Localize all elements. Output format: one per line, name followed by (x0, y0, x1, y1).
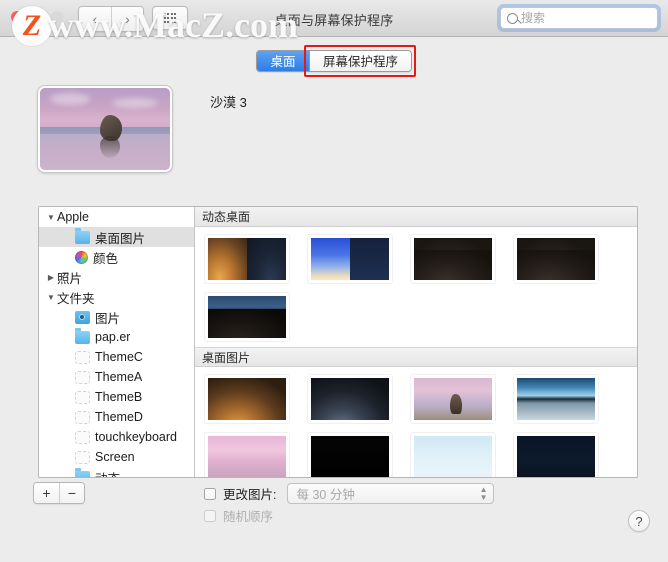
empty-icon (75, 370, 90, 384)
search-input[interactable] (521, 11, 651, 25)
chevron-down-icon[interactable]: ▼ (45, 213, 57, 222)
help-button[interactable]: ? (628, 510, 650, 532)
wallpaper-gallery[interactable]: 动态桌面 桌面图片 (195, 207, 637, 477)
folder-icon (75, 228, 90, 244)
change-interval-select[interactable]: 每 30 分钟 ▲ ▼ (287, 483, 495, 504)
source-sidebar[interactable]: ▼ Apple 桌面图片 颜色 ▶ 照片 ▼ 文件夹 图片 pap.er ThemeC ThemeA T… (39, 207, 195, 477)
sidebar-item-label: 动态 (95, 468, 120, 478)
wallpaper-thumbnail-mojave-dynamic[interactable] (205, 235, 289, 283)
empty-icon (75, 350, 90, 364)
wallpaper-thumbnail-desert-rock[interactable] (411, 375, 495, 423)
thumb-day-half (311, 238, 350, 280)
gallery-section-header: 桌面图片 (195, 347, 637, 367)
empty-icon (75, 450, 90, 464)
sidebar-item-label: Screen (95, 450, 135, 464)
sidebar-item-2[interactable]: 颜色 (39, 247, 194, 267)
wallpaper-browser: ▼ Apple 桌面图片 颜色 ▶ 照片 ▼ 文件夹 图片 pap.er ThemeC ThemeA T… (38, 206, 638, 478)
chevron-down-icon[interactable]: ▼ (45, 293, 57, 302)
gallery-thumbnail-grid (195, 367, 637, 477)
preview-cloud (111, 97, 158, 108)
tab-screensaver[interactable]: 屏幕保护程序 (308, 50, 411, 71)
random-order-row: 随机顺序 (204, 506, 273, 525)
wallpaper-thumbnail-pink-flat[interactable] (205, 433, 289, 477)
empty-icon (75, 430, 90, 444)
thumb-night-half (247, 238, 286, 280)
change-picture-row: 更改图片: 每 30 分钟 ▲ ▼ (204, 483, 495, 504)
sidebar-item-6[interactable]: pap.er (39, 327, 194, 347)
gallery-thumbnail-grid (195, 227, 637, 347)
preview-rock-reflection (99, 135, 120, 158)
random-order-checkbox[interactable] (204, 509, 216, 522)
add-remove-folder-buttons: + − (33, 482, 85, 504)
sidebar-item-label: 图片 (95, 311, 121, 326)
folder-icon (75, 468, 90, 477)
sidebar-item-10[interactable]: ThemeD (39, 407, 194, 427)
color-icon (75, 250, 88, 264)
wallpaper-thumbnail-mojave-day[interactable] (205, 375, 289, 423)
thumb-day-half (208, 238, 247, 280)
wallpaper-thumbnail-mojave-dunes-dusk-2[interactable] (514, 235, 598, 283)
sidebar-item-label: 文件夹 (57, 291, 95, 306)
sidebar-item-12[interactable]: Screen (39, 447, 194, 467)
sidebar-item-13[interactable]: 动态 (39, 467, 194, 477)
search-icon (507, 12, 518, 24)
sidebar-item-label: Apple (57, 210, 89, 224)
wallpaper-thumbnail-dark-navy[interactable] (514, 433, 598, 477)
photos-icon (75, 310, 90, 324)
wallpaper-thumbnail-solid-black[interactable] (308, 433, 392, 477)
sidebar-scrollbar[interactable] (185, 209, 193, 475)
bottom-toolbar: + − 更改图片: 每 30 分钟 ▲ ▼ 随机顺序 ? (0, 478, 668, 562)
sidebar-item-label: 桌面图片 (95, 231, 146, 246)
chevron-right-icon[interactable]: ▶ (45, 273, 57, 282)
sidebar-item-label: ThemeD (95, 410, 143, 424)
sidebar-item-label: 照片 (57, 271, 83, 286)
gallery-section-header: 动态桌面 (195, 207, 637, 227)
current-wallpaper-name: 沙漠 3 (210, 95, 247, 110)
wallpaper-thumbnail-salt-flat[interactable] (514, 375, 598, 423)
sidebar-item-11[interactable]: touchkeyboard (39, 427, 194, 447)
sidebar-item-label: 颜色 (93, 251, 119, 266)
gallery-scrollbar[interactable] (628, 209, 636, 475)
sidebar-item-label: ThemeB (95, 390, 143, 404)
change-picture-label: 更改图片: (223, 488, 277, 502)
desktop-screensaver-preferences-window: ‹ › 桌面与屏幕保护程序 Z www.MacZ.com 桌面 屏幕保护程序 (0, 0, 668, 562)
tab-group: 桌面 屏幕保护程序 (255, 49, 412, 72)
sidebar-item-0[interactable]: ▼ Apple (39, 207, 194, 227)
empty-icon (75, 390, 90, 404)
window-titlebar: ‹ › 桌面与屏幕保护程序 (0, 0, 668, 37)
sidebar-item-label: ThemeC (95, 350, 143, 364)
remove-folder-button[interactable]: − (59, 483, 84, 503)
stepper-icon[interactable]: ▲ ▼ (480, 486, 488, 502)
wallpaper-thumbnail-mojave-dunes-dusk[interactable] (411, 235, 495, 283)
thumb-night-half (350, 238, 389, 280)
gallery-sections: 动态桌面 桌面图片 (195, 207, 637, 477)
preview-cloud (50, 92, 91, 105)
sidebar-item-8[interactable]: ThemeA (39, 367, 194, 387)
search-field[interactable] (500, 7, 658, 29)
sidebar-item-9[interactable]: ThemeB (39, 387, 194, 407)
sidebar-item-label: touchkeyboard (95, 430, 178, 444)
sidebar-item-5[interactable]: 图片 (39, 307, 194, 327)
random-order-label: 随机顺序 (223, 510, 274, 524)
sidebar-item-3[interactable]: ▶ 照片 (39, 267, 194, 287)
sidebar-item-4[interactable]: ▼ 文件夹 (39, 287, 194, 307)
wallpaper-thumbnail-mojave-dunes-night[interactable] (205, 293, 289, 341)
sidebar-item-label: ThemeA (95, 370, 143, 384)
current-wallpaper-thumbnail[interactable] (38, 86, 172, 172)
change-interval-value: 每 30 分钟 (296, 488, 355, 502)
sidebar-item-label: pap.er (95, 330, 131, 344)
tab-bar: 桌面 屏幕保护程序 (0, 37, 668, 84)
sidebar-item-7[interactable]: ThemeC (39, 347, 194, 367)
wallpaper-thumbnail-mojave-night[interactable] (308, 375, 392, 423)
sidebar-item-1[interactable]: 桌面图片 (39, 227, 194, 247)
tab-desktop[interactable]: 桌面 (256, 50, 309, 71)
folder-icon (75, 328, 90, 344)
empty-icon (75, 410, 90, 424)
wallpaper-thumbnail-light-blue-sky[interactable] (411, 433, 495, 477)
current-wallpaper-preview-row: 沙漠 3 (0, 84, 668, 189)
wallpaper-thumbnail-solar-gradients[interactable] (308, 235, 392, 283)
source-list: ▼ Apple 桌面图片 颜色 ▶ 照片 ▼ 文件夹 图片 pap.er ThemeC ThemeA T… (39, 207, 194, 477)
add-folder-button[interactable]: + (34, 483, 59, 503)
change-picture-checkbox[interactable] (204, 487, 216, 500)
